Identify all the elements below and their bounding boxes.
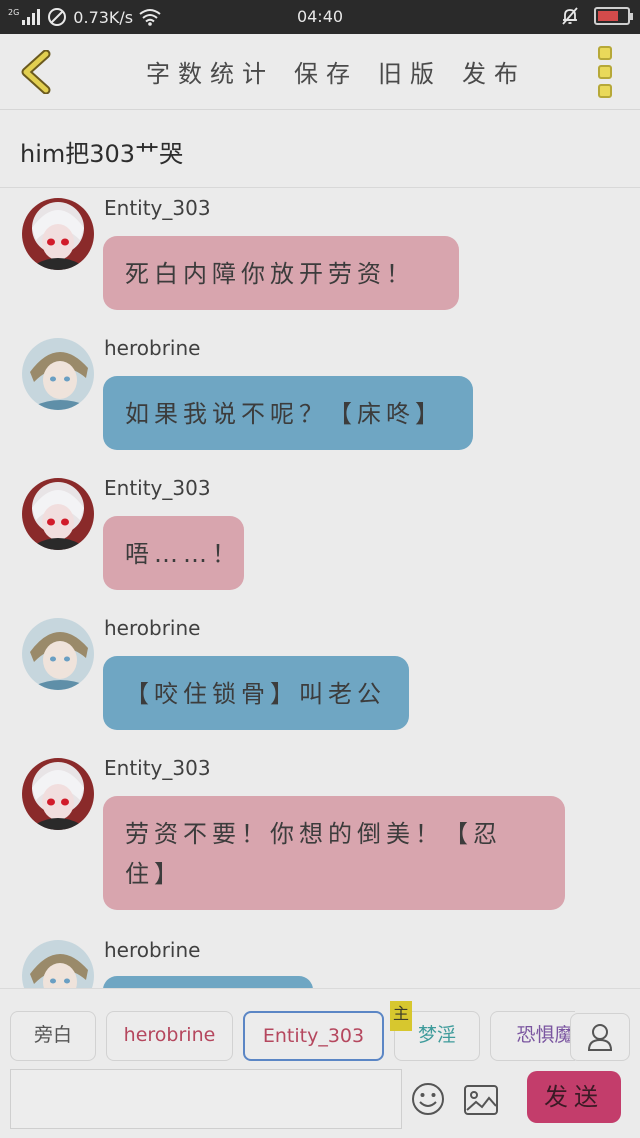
message-bubble[interactable]: 【咬住锁骨】叫老公: [103, 656, 409, 730]
message-input[interactable]: [10, 1069, 402, 1129]
emoji-icon[interactable]: [411, 1082, 445, 1116]
role-entity-303[interactable]: Entity_303: [243, 1011, 384, 1061]
sender-name: Entity_303: [104, 756, 211, 780]
more-options-icon[interactable]: [598, 46, 614, 98]
herobrine-avatar[interactable]: [22, 940, 94, 988]
chat-list[interactable]: Entity_303 死白内障你放开劳资！ herobrine 如果我说不呢？【…: [0, 188, 640, 988]
herobrine-avatar[interactable]: [22, 618, 94, 690]
more-dot: [598, 84, 612, 98]
notifications-muted-icon: [562, 7, 578, 25]
editor-toolbar: 字数统计 保存 旧版 发布: [0, 34, 640, 110]
sender-name: Entity_303: [104, 196, 211, 220]
old-version-button[interactable]: 旧版: [378, 54, 442, 89]
message-bubble[interactable]: 劳资不要！你想的倒美！【忍住】: [103, 796, 565, 910]
more-dot: [598, 65, 612, 79]
entity-avatar[interactable]: [22, 758, 94, 830]
save-button[interactable]: 保存: [294, 54, 358, 89]
clock: 04:40: [296, 7, 344, 26]
main-role-badge: 主: [390, 1001, 412, 1031]
add-character-button[interactable]: [570, 1013, 630, 1061]
role-narrator[interactable]: 旁白: [10, 1011, 96, 1061]
role-herobrine[interactable]: herobrine: [106, 1011, 233, 1061]
entity-avatar[interactable]: [22, 198, 94, 270]
battery-level: [598, 11, 618, 21]
more-dot: [598, 46, 612, 60]
sender-name: herobrine: [104, 616, 201, 640]
sender-name: Entity_303: [104, 476, 211, 500]
user-icon: [587, 1024, 613, 1051]
message-bubble[interactable]: 死白内障你放开劳资！: [103, 236, 459, 310]
herobrine-avatar[interactable]: [22, 338, 94, 410]
story-title[interactable]: him把303艹哭: [0, 110, 640, 188]
entity-avatar[interactable]: [22, 478, 94, 550]
back-icon[interactable]: [16, 50, 56, 94]
sender-name: herobrine: [104, 336, 201, 360]
send-button[interactable]: 发送: [527, 1071, 621, 1123]
image-icon[interactable]: [463, 1083, 499, 1117]
word-count-button[interactable]: 字数统计: [146, 54, 274, 89]
toolbar-actions: 字数统计 保存 旧版 发布: [146, 54, 546, 89]
publish-button[interactable]: 发布: [462, 54, 526, 89]
message-bubble[interactable]: 如果我说不呢？【床咚】: [103, 376, 473, 450]
compose-area: 旁白 herobrine Entity_303 梦淫 恐惧魔 主 发送: [0, 988, 640, 1138]
role-selector[interactable]: 旁白 herobrine Entity_303 梦淫 恐惧魔: [10, 1011, 575, 1063]
status-bar: 2G 0.73K/s 04:40: [0, 0, 640, 34]
message-bubble[interactable]: 唔……！: [103, 516, 244, 590]
status-right: [560, 6, 633, 26]
sender-name: herobrine: [104, 938, 201, 962]
message-bubble[interactable]: [103, 976, 313, 988]
battery-icon: [594, 7, 633, 25]
role-fear[interactable]: 恐惧魔: [490, 1011, 575, 1061]
